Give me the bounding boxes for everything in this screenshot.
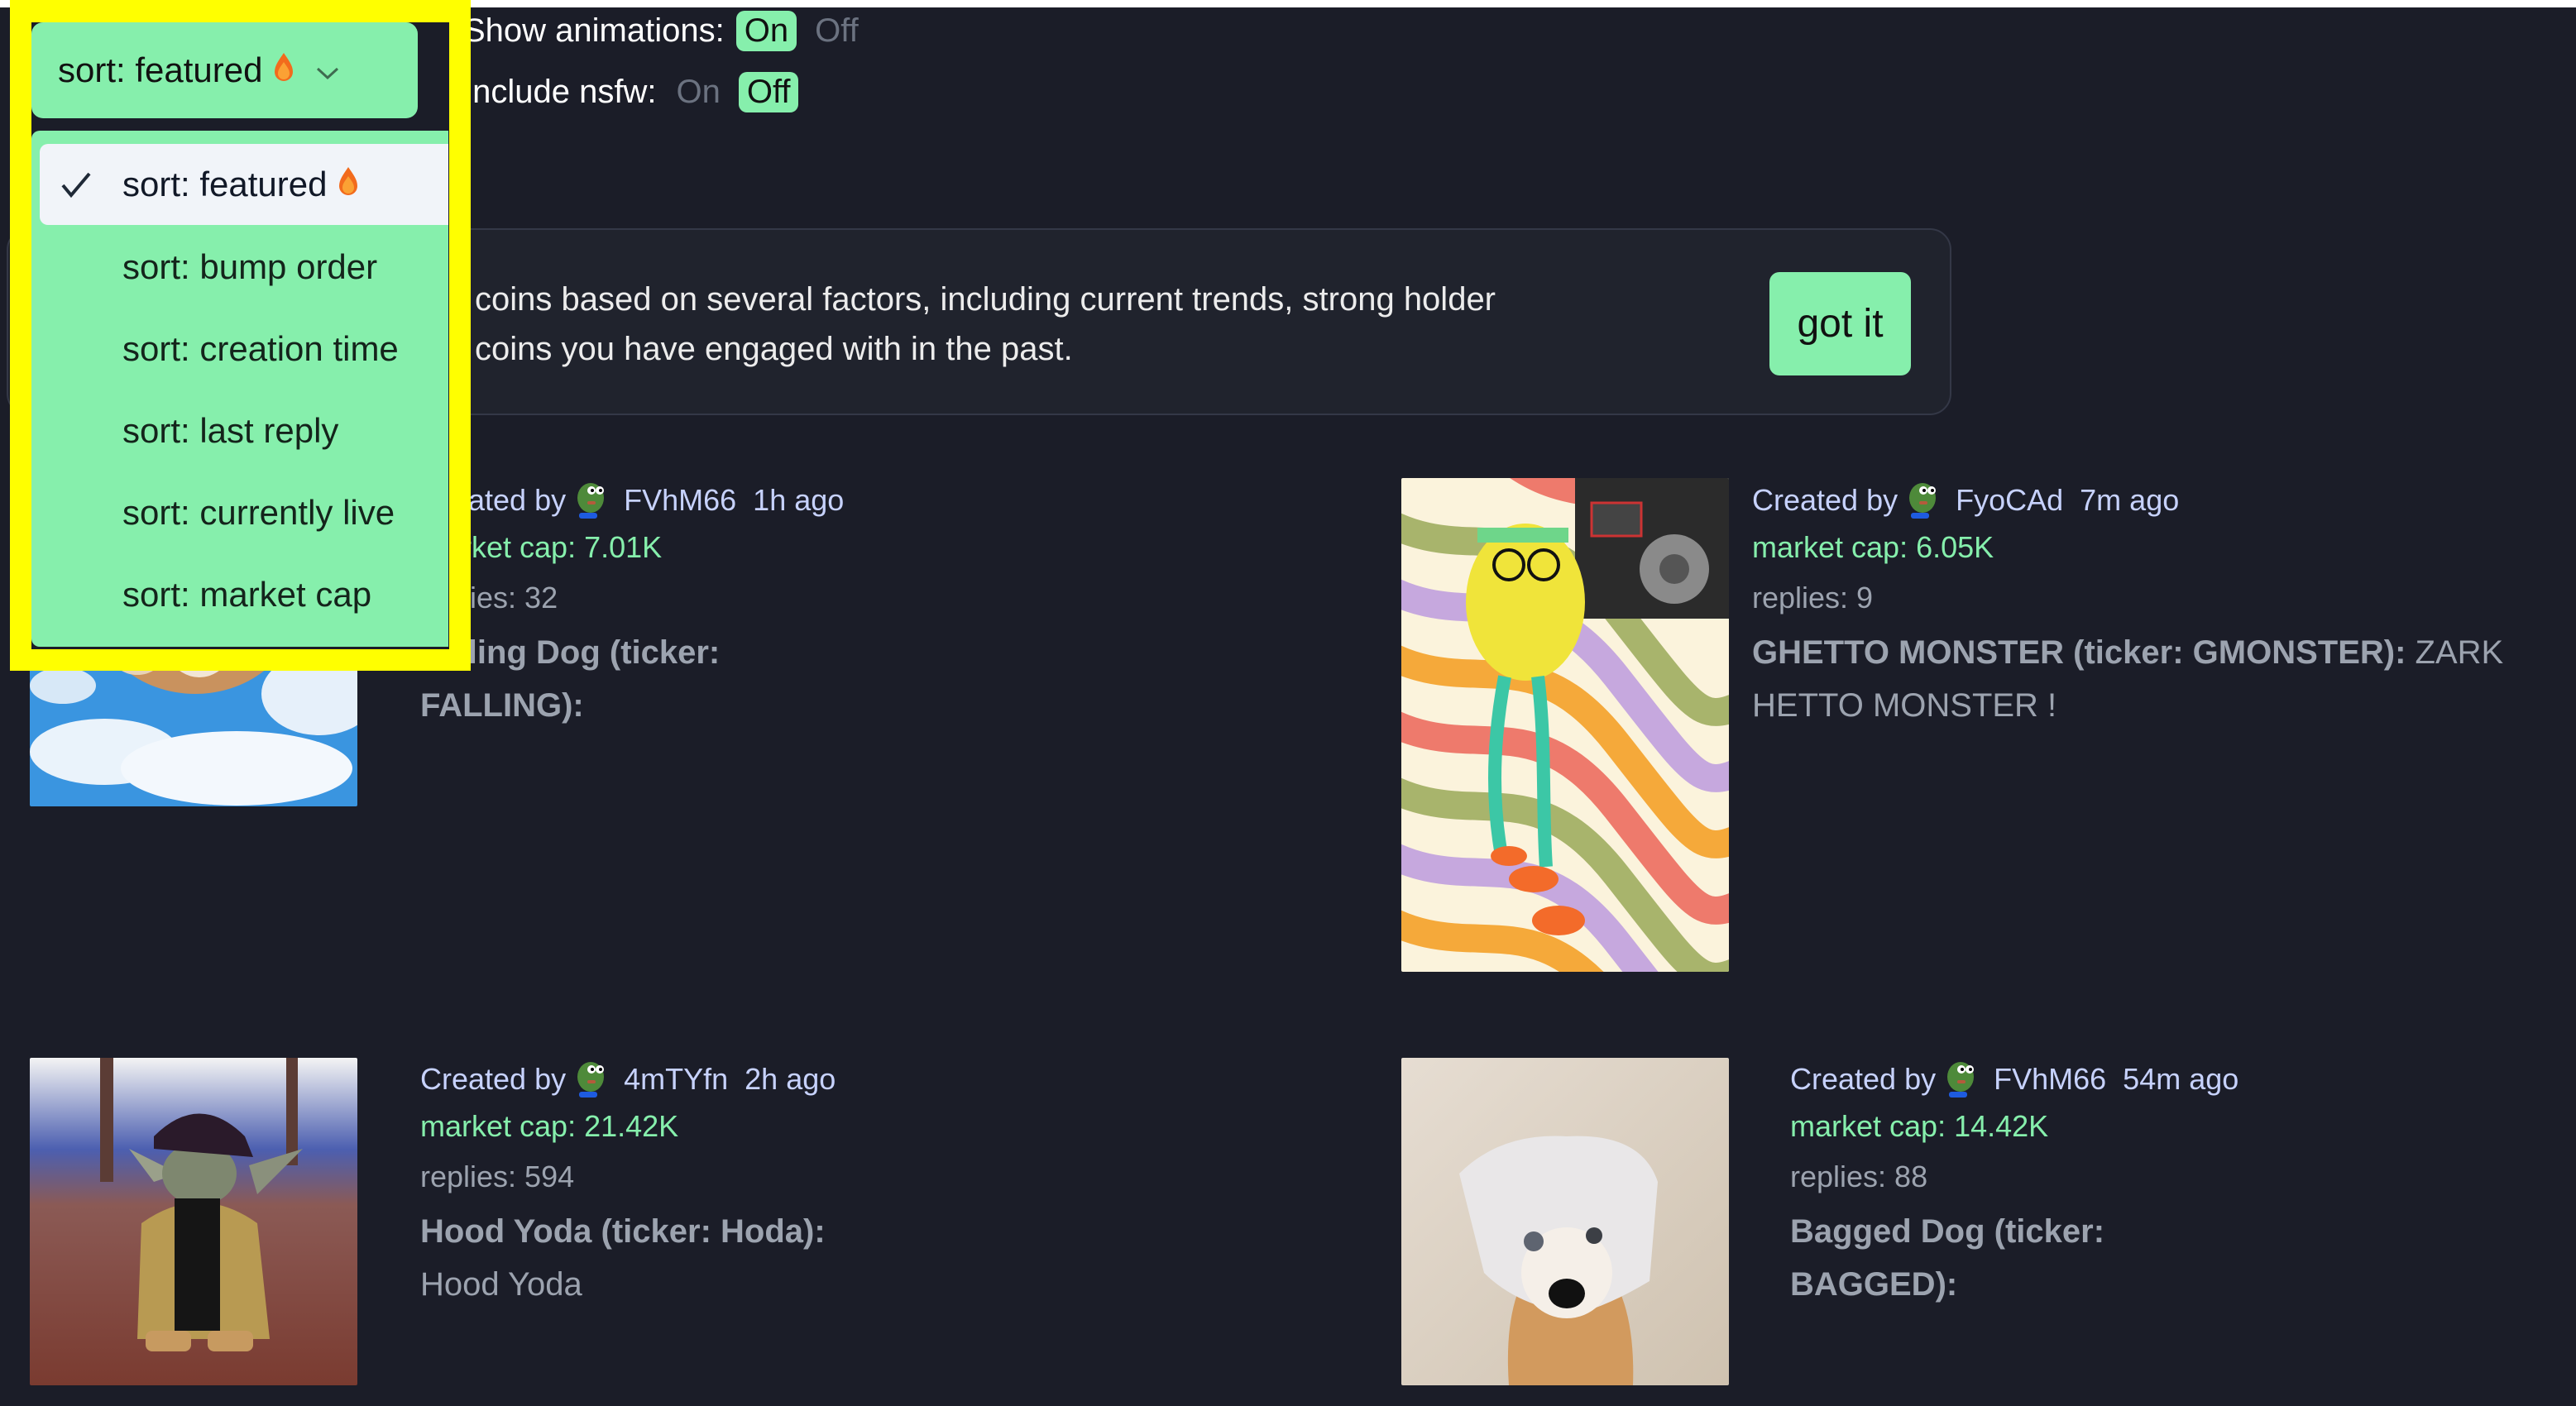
- sort-dropdown-trigger[interactable]: sort: featured: [31, 22, 418, 118]
- show-animations-label: Show animations:: [463, 12, 725, 49]
- market-cap: market cap: 7.01K: [420, 530, 663, 564]
- coin-title: Hood Yoda (ticker: Hoda): Hood Yoda: [420, 1205, 836, 1311]
- created-age: 7m ago: [2080, 483, 2180, 517]
- sort-option-label: sort: featured: [122, 165, 328, 203]
- fire-icon: [338, 165, 358, 204]
- creator-link[interactable]: 4mTYfn: [624, 1062, 728, 1097]
- created-age: 54m ago: [2123, 1062, 2239, 1096]
- nsfw-off-toggle[interactable]: Off: [738, 72, 799, 112]
- fire-icon: [274, 50, 294, 90]
- show-animations-setting: Show animations: On Off: [463, 11, 877, 51]
- sort-option-label: sort: last reply: [122, 411, 339, 450]
- created-by-label: Created by: [1752, 483, 1898, 517]
- creator-row: Created by FyoCAd 7m ago: [1752, 479, 2571, 522]
- creator-row: Created by FVhM66 54m ago: [1790, 1058, 2238, 1101]
- sort-option-bump-order[interactable]: sort: bump order: [40, 227, 448, 308]
- check-icon: [60, 169, 93, 202]
- creator-row: Created by FVhM66 1h ago: [420, 479, 844, 522]
- sort-current-label: sort: featured: [58, 50, 263, 89]
- market-cap: market cap: 6.05K: [1752, 530, 1994, 564]
- coin-image[interactable]: [1401, 1058, 1729, 1385]
- sort-option-label: sort: currently live: [122, 493, 395, 532]
- sort-option-label: sort: market cap: [122, 575, 372, 614]
- coin-name: Hood Yoda (ticker: Hoda):: [420, 1213, 826, 1250]
- coin-info: Created by FVhM66 1h ago market cap: 7.0…: [420, 479, 844, 732]
- coin-title: Bagged Dog (ticker: BAGGED):: [1790, 1205, 2238, 1311]
- animations-off-toggle[interactable]: Off: [807, 11, 867, 51]
- pepe-avatar-icon: [574, 1060, 607, 1098]
- sort-option-market-cap[interactable]: sort: market cap: [40, 554, 448, 635]
- coin-info: Created by FyoCAd 7m ago market cap: 6.0…: [1752, 479, 2571, 732]
- market-cap: market cap: 21.42K: [420, 1109, 679, 1143]
- creator-link[interactable]: FyoCAd: [1956, 483, 2063, 518]
- sort-option-currently-live[interactable]: sort: currently live: [40, 472, 448, 553]
- pepe-avatar-icon: [1944, 1060, 1977, 1098]
- bagged-dog-image: [1401, 1058, 1729, 1385]
- coin-title: GHETTO MONSTER (ticker: GMONSTER): ZARK …: [1752, 626, 2571, 732]
- replies-count: replies: 88: [1790, 1160, 1928, 1193]
- coin-image[interactable]: [1401, 478, 1729, 972]
- sort-dropdown-menu: sort: featured sort: bump order sort: cr…: [31, 131, 448, 647]
- sort-option-featured[interactable]: sort: featured: [40, 144, 448, 225]
- got-it-button[interactable]: got it: [1769, 272, 1911, 375]
- creator-link[interactable]: FVhM66: [1994, 1062, 2106, 1097]
- include-nsfw-setting: Include nsfw: On Off: [463, 72, 808, 112]
- animations-on-toggle[interactable]: On: [735, 11, 797, 51]
- replies-count: replies: 32: [420, 581, 558, 615]
- coin-description: Hood Yoda: [420, 1266, 582, 1303]
- creator-row: Created by 4mTYfn 2h ago: [420, 1058, 836, 1101]
- sort-option-last-reply[interactable]: sort: last reply: [40, 390, 448, 471]
- coin-image[interactable]: [30, 1058, 357, 1385]
- created-age: 1h ago: [753, 483, 845, 517]
- sort-option-creation-time[interactable]: sort: creation time: [40, 308, 448, 390]
- pepe-avatar-icon: [574, 481, 607, 519]
- replies-count: replies: 9: [1752, 581, 1874, 615]
- sort-option-label: sort: bump order: [122, 247, 378, 286]
- nsfw-on-toggle[interactable]: On: [668, 72, 728, 112]
- market-cap: market cap: 14.42K: [1790, 1109, 2049, 1143]
- created-by-label: Created by: [420, 1062, 567, 1096]
- chevron-down-icon: [315, 50, 340, 90]
- hood-yoda-image: [30, 1058, 357, 1385]
- created-age: 2h ago: [745, 1062, 836, 1096]
- replies-count: replies: 594: [420, 1160, 575, 1193]
- created-by-label: Created by: [1790, 1062, 1937, 1096]
- creator-link[interactable]: FVhM66: [624, 483, 736, 518]
- include-nsfw-label: Include nsfw:: [463, 74, 657, 110]
- pepe-avatar-icon: [1906, 481, 1939, 519]
- coin-name: Bagged Dog (ticker: BAGGED):: [1790, 1213, 2105, 1303]
- coin-info: Created by 4mTYfn 2h ago market cap: 21.…: [420, 1058, 836, 1311]
- coin-info: Created by FVhM66 54m ago market cap: 14…: [1790, 1058, 2238, 1311]
- sort-option-label: sort: creation time: [122, 329, 399, 368]
- coin-title: Falling Dog (ticker: FALLING):: [420, 626, 844, 732]
- coin-name: GHETTO MONSTER (ticker: GMONSTER):: [1752, 634, 2406, 671]
- ghetto-monster-image: [1401, 478, 1729, 972]
